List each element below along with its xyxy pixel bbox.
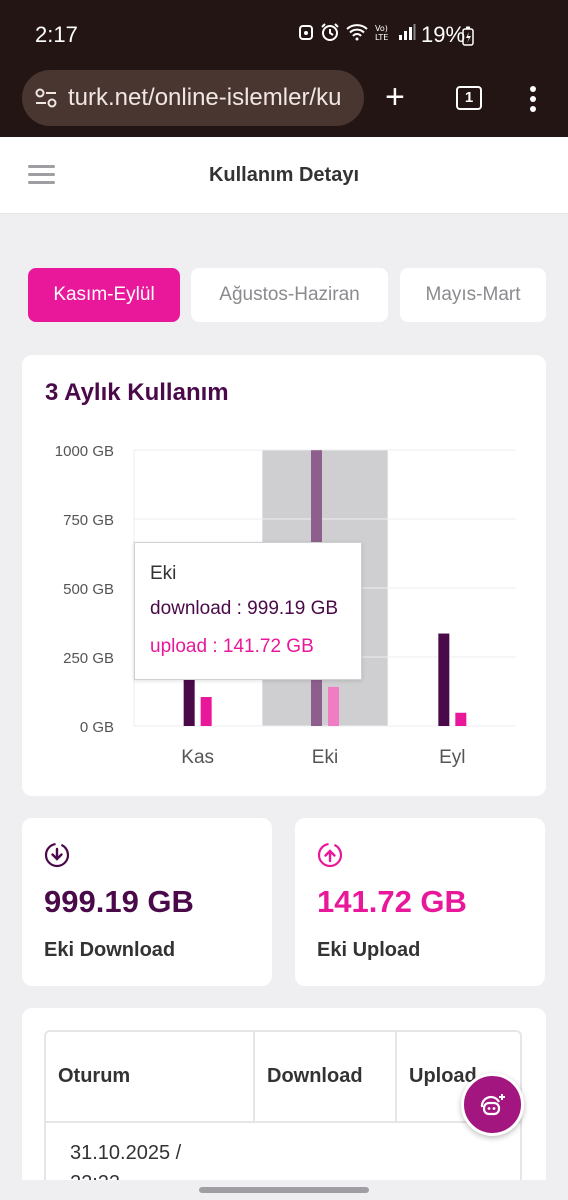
download-icon — [44, 842, 70, 868]
sessions-table: Oturum Download Upload 31.10.2025 / 22:2… — [44, 1030, 522, 1200]
upload-value: 141.72 GB — [317, 884, 467, 919]
bar-upload-eki — [328, 686, 339, 726]
tooltip-download: download : 999.19 GB — [150, 598, 339, 619]
download-stat-card: 999.19 GB Eki Download — [22, 818, 272, 986]
upload-icon — [317, 842, 343, 868]
y-tick-label: 0 GB — [80, 719, 114, 736]
support-chat-button[interactable] — [461, 1073, 524, 1136]
upload-label: Eki Upload — [317, 939, 421, 961]
bar-download-eyl — [438, 633, 450, 726]
table-header-oturum: Oturum — [46, 1032, 255, 1123]
y-tick-label: 500 GB — [63, 581, 114, 598]
x-tick-label: Eki — [312, 747, 338, 768]
tooltip-title: Eki — [150, 563, 177, 584]
bar-upload-eyl — [455, 712, 467, 726]
bar-upload-kas — [200, 697, 212, 726]
download-label: Eki Download — [44, 939, 176, 961]
bar-download-kas — [183, 676, 195, 726]
y-tick-label: 1000 GB — [55, 443, 114, 460]
table-header-download: Download — [255, 1032, 397, 1123]
x-tick-label: Eyl — [439, 747, 465, 768]
x-tick-label: Kas — [181, 747, 214, 768]
session-date: 31.10.2025 / — [70, 1142, 182, 1164]
support-assistant-icon — [480, 1093, 505, 1115]
y-tick-label: 250 GB — [63, 650, 114, 667]
tooltip-upload: upload : 141.72 GB — [150, 636, 314, 657]
usage-bar-chart[interactable]: 0 GB 250 GB 500 GB 750 GB 1000 GB Kas Eki Eyl — [0, 0, 568, 800]
upload-stat-card: 141.72 GB Eki Upload — [295, 818, 545, 986]
download-value: 999.19 GB — [44, 884, 194, 919]
y-tick-label: 750 GB — [63, 512, 114, 529]
chart-tooltip: Eki download : 999.19 GB upload : 141.72… — [134, 542, 362, 680]
home-indicator — [0, 1180, 568, 1200]
